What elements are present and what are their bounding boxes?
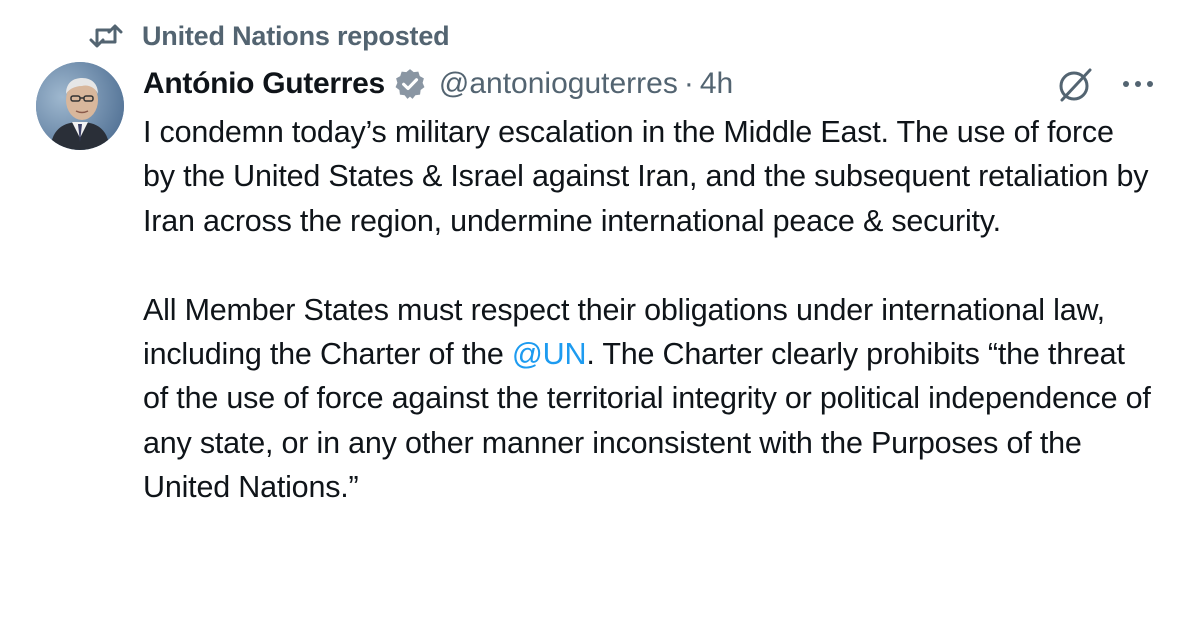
tweet-paragraph-2: All Member States must respect their obl… xyxy=(143,288,1153,510)
repost-label[interactable]: United Nations reposted xyxy=(142,21,450,52)
post-time[interactable]: 4h xyxy=(700,67,733,101)
mention-link[interactable]: @UN xyxy=(512,337,587,371)
tweet-paragraph-1: I condemn today’s military escalation in… xyxy=(143,115,1149,238)
grok-icon[interactable] xyxy=(1052,62,1098,108)
repost-icon xyxy=(88,21,124,51)
tweet-text: I condemn today’s military escalation in… xyxy=(143,110,1153,510)
more-icon[interactable] xyxy=(1118,66,1158,102)
author-handle[interactable]: @antonioguterres xyxy=(439,67,678,101)
author-name[interactable]: António Guterres xyxy=(143,67,385,101)
avatar[interactable] xyxy=(36,62,124,150)
separator-dot: · xyxy=(683,67,694,100)
tweet-header: António Guterres @antonioguterres · 4h xyxy=(143,62,733,106)
verified-badge-icon[interactable] xyxy=(393,67,427,101)
repost-indicator[interactable]: United Nations reposted xyxy=(88,18,450,54)
